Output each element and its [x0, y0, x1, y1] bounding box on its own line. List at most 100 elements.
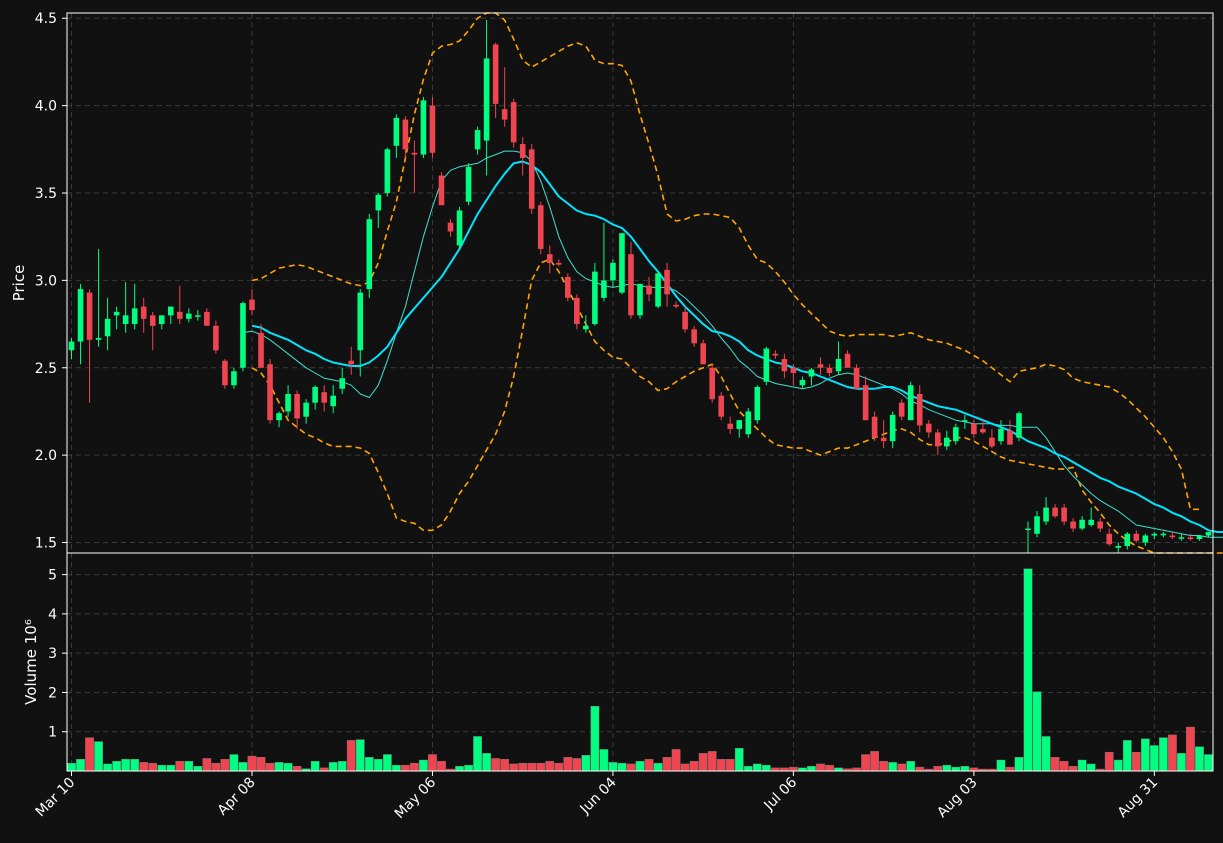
- candle-body: [944, 437, 950, 447]
- volume-bar: [1050, 757, 1060, 772]
- candle-body: [420, 100, 427, 155]
- candle-body: [1205, 532, 1212, 536]
- candle-body: [745, 411, 752, 435]
- volume-bar: [581, 755, 591, 772]
- candle-body: [204, 311, 210, 326]
- volume-bar: [960, 766, 970, 772]
- candle-body: [1007, 430, 1013, 445]
- volume-bar: [1149, 745, 1159, 772]
- volume-bar: [563, 757, 573, 772]
- volume-bar: [175, 760, 185, 772]
- candle-body: [519, 144, 526, 159]
- volume-bar: [1204, 754, 1213, 772]
- candle-body: [736, 420, 743, 429]
- volume-bar: [527, 762, 537, 772]
- volume-bar: [825, 764, 834, 772]
- candle-body: [907, 385, 914, 421]
- price-tick-label: 4.0: [35, 99, 57, 115]
- volume-bar: [139, 762, 149, 772]
- volume-bar: [1023, 568, 1033, 772]
- volume-bar: [1159, 737, 1168, 772]
- candle-body: [186, 313, 192, 319]
- volume-bar: [644, 759, 654, 772]
- volume-bar: [364, 757, 374, 772]
- candle-body: [294, 393, 300, 419]
- volume-bar: [401, 764, 410, 772]
- candle-body: [95, 338, 102, 340]
- candle-body: [1196, 535, 1203, 540]
- volume-bar: [229, 754, 239, 772]
- candle-body: [402, 119, 409, 150]
- volume-bar: [906, 760, 916, 772]
- candle-body: [610, 262, 616, 281]
- candle-body: [267, 364, 273, 421]
- candle-body: [474, 130, 481, 150]
- volume-bar: [680, 763, 690, 772]
- volume-bar: [572, 758, 582, 772]
- volume-bar: [807, 766, 816, 772]
- candle-body: [465, 166, 472, 202]
- candle-body: [655, 273, 661, 307]
- volume-bar: [103, 763, 112, 772]
- candle-body: [682, 311, 688, 330]
- price-tick-label: 3.0: [35, 273, 57, 289]
- candle-body: [808, 369, 815, 377]
- candle-body: [339, 378, 346, 389]
- candle-body: [619, 233, 625, 293]
- candle-body: [1160, 533, 1167, 536]
- price-y-axis-label: Price: [10, 265, 28, 302]
- candle-body: [889, 414, 896, 442]
- candle-body: [962, 420, 968, 422]
- volume-bar: [1059, 760, 1069, 772]
- candle-body: [456, 210, 463, 246]
- candle-body: [249, 299, 255, 311]
- volume-bar: [193, 766, 203, 772]
- volume-bar: [752, 763, 762, 772]
- volume-bar: [1113, 759, 1123, 772]
- price-tick-label: 3.5: [35, 186, 57, 202]
- volume-bar: [310, 760, 320, 772]
- volume-bar: [1131, 751, 1141, 772]
- volume-bar: [94, 741, 103, 772]
- candle-body: [817, 364, 824, 368]
- candle-body: [231, 371, 237, 386]
- candle-body: [709, 367, 715, 400]
- volume-bar: [716, 759, 726, 772]
- volume-bar: [373, 759, 383, 772]
- candle-body: [213, 325, 219, 351]
- volume-tick-label: 1: [48, 725, 57, 741]
- candle-body: [330, 395, 336, 407]
- candle-body: [483, 58, 490, 141]
- volume-bar: [202, 758, 212, 772]
- candle-body: [555, 262, 562, 265]
- candle-body: [871, 416, 878, 438]
- volume-bar: [1168, 734, 1177, 772]
- volume-tick-label: 4: [48, 607, 57, 623]
- volume-bar: [464, 764, 473, 772]
- volume-bar: [635, 760, 645, 772]
- candle-body: [1178, 537, 1185, 539]
- candle-body: [1124, 533, 1131, 547]
- volume-bar: [121, 759, 131, 772]
- candle-body: [565, 276, 571, 298]
- volume-bar: [76, 759, 85, 772]
- price-tick-label: 4.5: [35, 11, 57, 27]
- candle-body: [583, 325, 589, 330]
- volume-bar: [897, 763, 907, 772]
- volume-bar: [743, 766, 753, 772]
- volume-bar: [337, 760, 347, 772]
- candle-body: [222, 360, 228, 386]
- volume-bar: [888, 762, 898, 772]
- volume-bar: [671, 749, 681, 772]
- candle-body: [916, 393, 923, 426]
- candle-body: [628, 254, 634, 316]
- candle-body: [1061, 507, 1067, 522]
- price-tick-label: 2.0: [35, 448, 57, 464]
- candle-body: [303, 402, 309, 417]
- candle-body: [971, 423, 977, 435]
- volume-tick-label: 2: [48, 685, 57, 701]
- candle-body: [1187, 537, 1194, 540]
- volume-bar: [509, 763, 519, 772]
- candle-body: [574, 297, 580, 325]
- candle-body: [375, 194, 382, 211]
